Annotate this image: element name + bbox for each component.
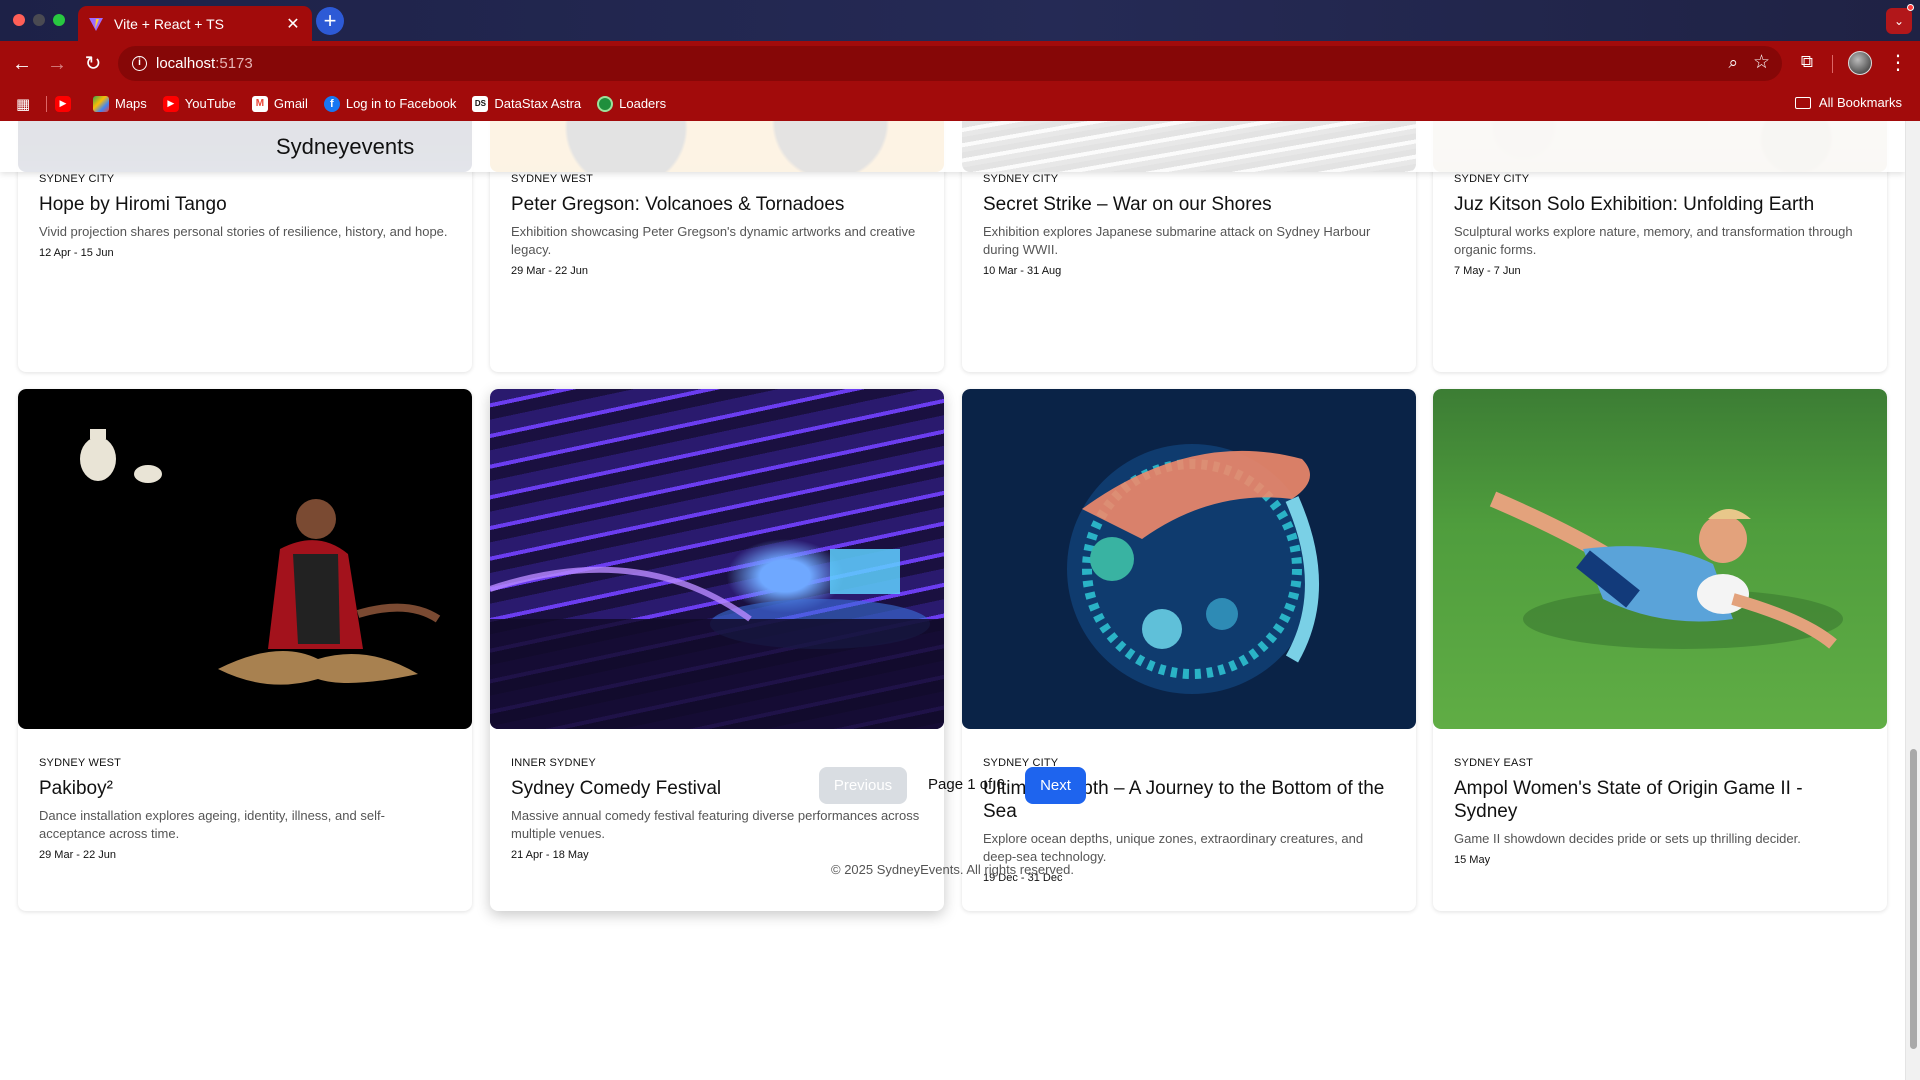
youtube-icon: ▶ bbox=[162, 95, 179, 112]
bookmarks-bar: ▦ ▶ Maps ▶ YouTube M Gmail f Log in to F… bbox=[0, 86, 1920, 121]
new-tab-button[interactable]: + bbox=[316, 7, 344, 35]
next-page-button[interactable]: Next bbox=[1025, 767, 1086, 804]
event-card[interactable]: INNER SYDNEY Sydney Comedy Festival Mass… bbox=[490, 389, 944, 911]
event-date: 12 Apr - 15 Jun bbox=[39, 247, 114, 259]
octopus-illustration bbox=[1067, 444, 1319, 694]
browser-tab-strip: Vite + React + TS ✕ + ⌄ bbox=[0, 0, 1920, 41]
event-card[interactable]: SYDNEY WEST Pakiboy² Dance installation … bbox=[18, 389, 472, 911]
bookmark-star-icon[interactable]: ☆ bbox=[1753, 51, 1770, 74]
forward-arrow-icon[interactable]: → bbox=[44, 51, 70, 77]
event-date: 29 Mar - 22 Jun bbox=[511, 265, 589, 277]
event-date: 21 Apr - 18 May bbox=[511, 849, 589, 861]
maps-icon bbox=[93, 95, 109, 112]
event-description: Vivid projection shares personal stories… bbox=[39, 224, 448, 239]
browser-tab-active[interactable]: Vite + React + TS ✕ bbox=[78, 6, 312, 41]
event-region: SYDNEY CITY bbox=[39, 173, 115, 185]
rugby-player-illustration bbox=[1489, 491, 1843, 649]
maximize-window-button[interactable] bbox=[53, 14, 65, 26]
apps-grid-icon[interactable]: ▦ bbox=[16, 95, 36, 113]
event-region: SYDNEY CITY bbox=[983, 173, 1059, 185]
event-image[interactable] bbox=[1433, 389, 1887, 729]
event-image[interactable] bbox=[18, 389, 472, 729]
page-viewport: Sydneyevents SYDNEY CITY Hope by Hiromi … bbox=[0, 121, 1905, 1080]
site-info-icon[interactable]: i bbox=[132, 56, 147, 71]
site-footer: © 2025 SydneyEvents. All rights reserved… bbox=[831, 862, 1074, 877]
browser-toolbar: ← → ↻ i localhost:5173 ⌕ ☆ ⧉ ⋮ bbox=[0, 41, 1920, 86]
event-description: Exhibition showcasing Peter Gregson's dy… bbox=[511, 224, 916, 257]
toolbar-divider bbox=[1832, 55, 1833, 73]
event-title[interactable]: Secret Strike – War on our Shores bbox=[983, 193, 1395, 216]
event-description: Massive annual comedy festival featuring… bbox=[511, 808, 920, 841]
bookmark-gmail[interactable]: M Gmail bbox=[251, 95, 308, 112]
bookmarks-divider bbox=[46, 95, 47, 112]
event-title[interactable]: Juz Kitson Solo Exhibition: Unfolding Ea… bbox=[1454, 193, 1866, 216]
bookmark-label: Gmail bbox=[273, 96, 308, 111]
bookmark-label: Log in to Facebook bbox=[345, 96, 457, 111]
event-card[interactable]: SYDNEY EAST Ampol Women's State of Origi… bbox=[1433, 389, 1887, 911]
bookmark-youtube[interactable]: ▶ YouTube bbox=[162, 95, 236, 112]
event-description: Dance installation explores ageing, iden… bbox=[39, 808, 385, 841]
event-region: SYDNEY CITY bbox=[1454, 173, 1530, 185]
all-bookmarks-button[interactable]: All Bookmarks bbox=[1794, 95, 1902, 110]
zoom-icon[interactable]: ⌕ bbox=[1728, 53, 1738, 73]
event-description: Explore ocean depths, unique zones, extr… bbox=[983, 831, 1364, 864]
bookmark-label: DataStax Astra bbox=[494, 96, 582, 111]
page-scrollbar[interactable] bbox=[1905, 121, 1920, 1080]
profile-avatar[interactable] bbox=[1848, 51, 1872, 75]
browser-menu-icon[interactable]: ⋮ bbox=[1888, 49, 1908, 77]
event-card[interactable]: SYDNEY CITY Ultimate Depth – A Journey t… bbox=[962, 389, 1416, 911]
site-logo[interactable]: Sydneyevents bbox=[276, 134, 414, 160]
facebook-icon: f bbox=[323, 95, 340, 112]
dancer-illustration bbox=[80, 429, 441, 685]
bookmark-youtube-shortcut[interactable]: ▶ bbox=[55, 95, 77, 112]
scrollbar-thumb[interactable] bbox=[1910, 749, 1917, 1049]
close-tab-icon[interactable]: ✕ bbox=[284, 14, 302, 34]
site-header: Sydneyevents bbox=[0, 121, 1905, 172]
notification-dot bbox=[1907, 4, 1914, 11]
pagination: Previous Page 1 of 6 Next bbox=[0, 767, 1905, 805]
vite-logo-icon bbox=[89, 17, 103, 31]
event-description: Exhibition explores Japanese submarine a… bbox=[983, 224, 1371, 257]
close-window-button[interactable] bbox=[13, 14, 25, 26]
loaders-icon bbox=[597, 95, 614, 112]
event-date: 7 May - 7 Jun bbox=[1454, 265, 1521, 277]
minimize-window-button[interactable] bbox=[33, 14, 45, 26]
event-date: 10 Mar - 31 Aug bbox=[983, 265, 1062, 277]
event-title[interactable]: Peter Gregson: Volcanoes & Tornadoes bbox=[511, 193, 923, 216]
previous-page-button[interactable]: Previous bbox=[819, 767, 907, 804]
page-indicator: Page 1 of 6 bbox=[928, 776, 1005, 793]
bookmark-label: YouTube bbox=[184, 96, 236, 111]
event-date: 29 Mar - 22 Jun bbox=[39, 849, 117, 861]
youtube-icon: ▶ bbox=[55, 95, 71, 112]
event-image[interactable] bbox=[962, 389, 1416, 729]
tab-title: Vite + React + TS bbox=[114, 15, 224, 32]
tab-search-button[interactable]: ⌄ bbox=[1886, 8, 1912, 34]
datastax-icon: DS bbox=[472, 95, 489, 112]
bookmark-label: Maps bbox=[115, 96, 147, 111]
event-description: Game II showdown decides pride or sets u… bbox=[1454, 831, 1801, 846]
extensions-icon[interactable]: ⧉ bbox=[1796, 52, 1818, 74]
event-title[interactable]: Hope by Hiromi Tango bbox=[39, 193, 451, 216]
reload-icon[interactable]: ↻ bbox=[80, 51, 106, 77]
address-bar[interactable]: i localhost:5173 ⌕ ☆ bbox=[118, 46, 1782, 81]
bookmark-facebook[interactable]: f Log in to Facebook bbox=[323, 95, 457, 112]
back-arrow-icon[interactable]: ← bbox=[9, 51, 35, 77]
bookmark-label: Loaders bbox=[619, 96, 667, 111]
event-description: Sculptural works explore nature, memory,… bbox=[1454, 224, 1853, 257]
bookmark-loaders[interactable]: Loaders bbox=[597, 95, 667, 112]
all-bookmarks-label: All Bookmarks bbox=[1818, 95, 1902, 110]
event-image[interactable] bbox=[490, 389, 944, 729]
url-text[interactable]: localhost:5173 bbox=[156, 55, 253, 72]
bookmark-datastax[interactable]: DS DataStax Astra bbox=[472, 95, 582, 112]
gmail-icon: M bbox=[251, 95, 268, 112]
folder-icon bbox=[1794, 96, 1811, 109]
bookmark-maps[interactable]: Maps bbox=[93, 95, 147, 112]
event-region: SYDNEY WEST bbox=[511, 173, 594, 185]
theatre-illustration bbox=[490, 549, 944, 729]
